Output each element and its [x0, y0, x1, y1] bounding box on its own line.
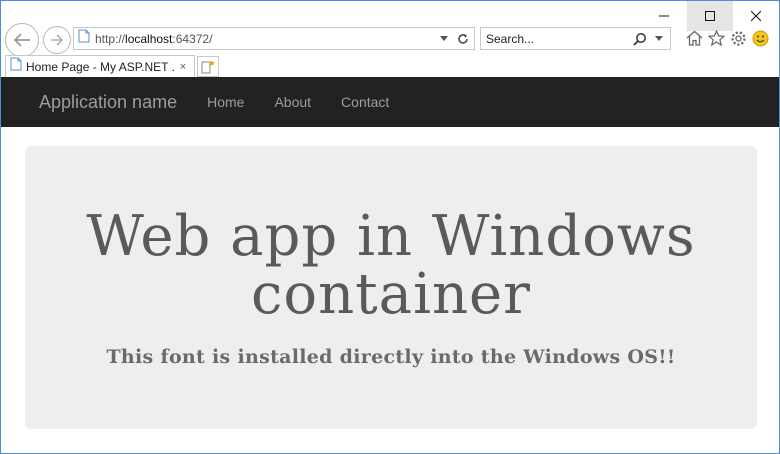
- new-tab-button[interactable]: [197, 56, 219, 77]
- smiley-feedback-icon[interactable]: [751, 29, 769, 47]
- nav-link-contact[interactable]: Contact: [341, 94, 389, 110]
- nav-link-about[interactable]: About: [274, 94, 311, 110]
- new-tab-icon: [201, 60, 215, 74]
- url-text[interactable]: http://localhost:64372/: [95, 32, 436, 46]
- page-content: Web app in Windows container This font i…: [1, 127, 779, 453]
- arrow-right-icon: [51, 34, 64, 46]
- toolbar-icons: [685, 29, 769, 47]
- close-icon: [751, 11, 761, 21]
- search-box[interactable]: Search...: [480, 27, 671, 50]
- minimize-icon: [659, 15, 669, 17]
- search-icon[interactable]: [632, 31, 648, 47]
- dropdown-icon[interactable]: [436, 31, 452, 47]
- search-input[interactable]: Search...: [486, 32, 632, 46]
- url-prefix: http://: [95, 31, 126, 46]
- settings-gear-icon[interactable]: [729, 29, 747, 47]
- tab-title: Home Page - My ASP.NET ...: [26, 59, 176, 74]
- address-bar[interactable]: http://localhost:64372/: [73, 27, 475, 50]
- jumbotron: Web app in Windows container This font i…: [25, 146, 757, 429]
- tabs-row: Home Page - My ASP.NET ... ×: [1, 55, 779, 77]
- home-icon[interactable]: [685, 29, 703, 47]
- tab-close-icon[interactable]: ×: [176, 60, 190, 74]
- search-dropdown-icon[interactable]: [651, 31, 667, 47]
- hero-subtitle: This font is installed directly into the…: [106, 346, 676, 368]
- tab-page-icon: [10, 57, 22, 76]
- brand-link[interactable]: Application name: [39, 92, 177, 113]
- browser-window: http://localhost:64372/ Search... Home P…: [0, 0, 780, 454]
- nav-link-home[interactable]: Home: [207, 94, 244, 110]
- address-row: http://localhost:64372/ Search...: [1, 23, 779, 57]
- site-navbar: Application name Home About Contact: [1, 77, 779, 127]
- arrow-left-icon: [13, 33, 30, 47]
- url-host: localhost: [125, 31, 173, 46]
- refresh-icon[interactable]: [455, 31, 471, 47]
- forward-button[interactable]: [43, 26, 71, 54]
- favorites-star-icon[interactable]: [707, 29, 725, 47]
- page-icon: [78, 29, 90, 48]
- maximize-icon: [705, 11, 715, 21]
- back-button[interactable]: [5, 23, 39, 57]
- hero-title: Web app in Windows container: [86, 204, 696, 327]
- tab-home-page[interactable]: Home Page - My ASP.NET ... ×: [5, 55, 195, 77]
- url-port: :64372/: [172, 31, 213, 46]
